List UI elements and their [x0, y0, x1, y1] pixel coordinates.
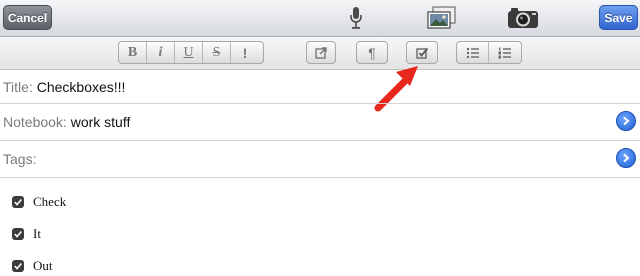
list-item: Check — [12, 194, 66, 210]
checklist-text: It — [33, 226, 41, 241]
checkbox[interactable] — [12, 196, 24, 208]
checkbox-icon — [415, 47, 428, 59]
numbered-list-icon — [498, 47, 511, 58]
checkmark-icon — [14, 262, 23, 270]
formatting-toolbar: B i U S ! ¶ — [0, 37, 640, 70]
link-out-button[interactable] — [307, 42, 335, 63]
checklist-text: Check — [33, 194, 67, 209]
checkmark-icon — [14, 198, 23, 206]
strikethrough-button[interactable]: S — [203, 42, 231, 63]
notebook-disclosure-button[interactable] — [616, 111, 636, 131]
bulleted-list-icon — [466, 47, 479, 58]
italic-button[interactable]: i — [147, 42, 175, 63]
bulleted-list-button[interactable] — [457, 42, 490, 63]
cancel-button[interactable]: Cancel — [3, 5, 52, 30]
checkmark-icon — [14, 230, 23, 238]
strikethrough-icon: S — [212, 44, 221, 60]
link-out-group — [306, 41, 336, 64]
save-button[interactable]: Save — [599, 5, 638, 30]
italic-icon: i — [158, 44, 163, 60]
notebook-row[interactable]: Notebook: work stuff — [0, 104, 640, 141]
list-item: Out — [12, 258, 53, 274]
numbered-list-button[interactable] — [489, 42, 521, 63]
microphone-icon[interactable] — [346, 5, 366, 31]
notebook-value[interactable]: work stuff — [71, 114, 131, 130]
notebook-label: Notebook: — [3, 114, 67, 130]
link-out-icon — [315, 46, 327, 59]
title-label: Title: — [3, 79, 33, 95]
camera-icon[interactable] — [506, 5, 540, 31]
checkbox[interactable] — [12, 228, 24, 240]
title-input[interactable]: Checkboxes!!! — [37, 79, 126, 95]
bold-icon: B — [127, 44, 138, 60]
underline-icon: U — [183, 44, 194, 60]
chevron-right-icon — [623, 116, 630, 126]
checklist-text: Out — [33, 258, 53, 273]
top-toolbar: Cancel Save — [0, 0, 640, 37]
underline-button[interactable]: U — [175, 42, 203, 63]
bold-button[interactable]: B — [119, 42, 147, 63]
title-row[interactable]: Title: Checkboxes!!! — [0, 70, 640, 104]
text-style-group: B i U S ! — [118, 41, 264, 64]
tags-disclosure-button[interactable] — [616, 148, 636, 168]
tags-label: Tags: — [3, 151, 37, 167]
chevron-right-icon — [623, 153, 630, 163]
list-item: It — [12, 226, 41, 242]
photo-library-icon[interactable] — [426, 5, 458, 31]
list-group — [456, 41, 522, 64]
highlight-button[interactable]: ! — [231, 42, 259, 63]
highlight-icon: ! — [242, 44, 248, 61]
tags-row[interactable]: Tags: — [0, 141, 640, 178]
checkbox[interactable] — [12, 260, 24, 272]
